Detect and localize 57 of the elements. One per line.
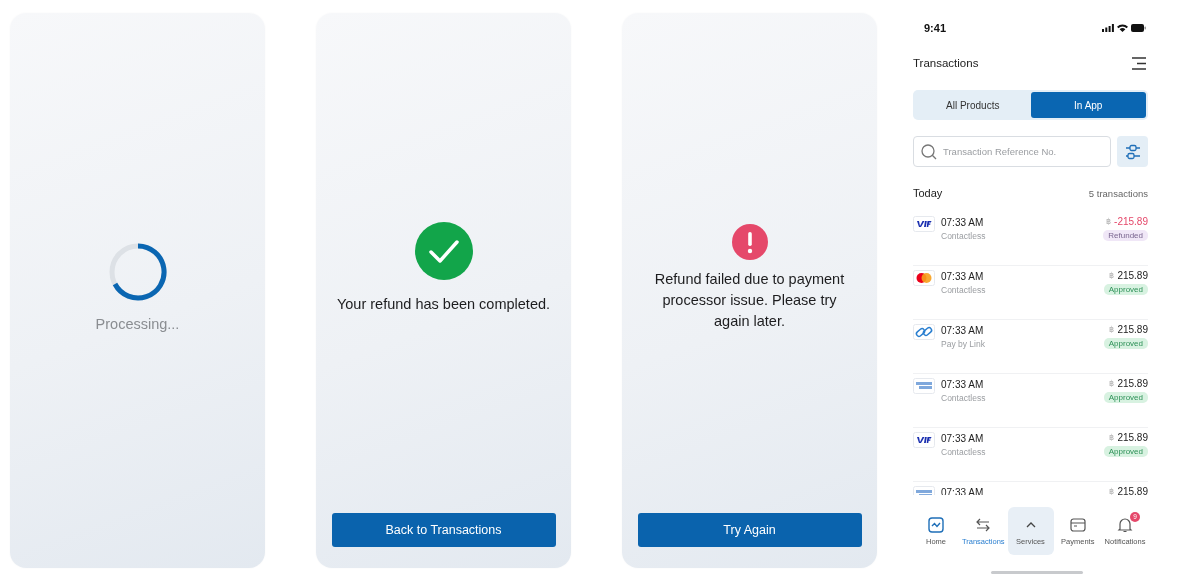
payment-channel: Contactless (941, 231, 987, 241)
search-field[interactable]: Transaction Reference No. (913, 136, 1111, 167)
link-icon (913, 324, 935, 340)
status-message: Processing... (95, 315, 180, 334)
tab[interactable]: All Products (915, 92, 1031, 118)
bell-icon (1117, 516, 1133, 533)
status-message: Refund failed due to payment processor issue. Please try again later. (653, 270, 846, 331)
section-title: Today (913, 187, 943, 199)
card-icon (1069, 517, 1086, 532)
filter-button[interactable] (1117, 136, 1148, 167)
payment-channel: Pay by Link (941, 339, 986, 349)
tab[interactable]: In App (1030, 92, 1146, 118)
checkmark-icon (413, 221, 474, 281)
transaction-amount: 215.89 (1117, 486, 1148, 495)
status-badge: Refunded (1103, 230, 1148, 241)
card-logo-icon (913, 378, 935, 394)
status-badge: Approved (1103, 338, 1148, 349)
action-button[interactable]: Try Again (637, 513, 862, 547)
sliders-icon (1124, 143, 1141, 160)
transfer-icon (975, 516, 992, 533)
chart-icon (928, 516, 944, 533)
transaction-amount: 215.89 (1117, 378, 1148, 389)
status-badge: Approved (1103, 446, 1148, 457)
transaction-amount: 215.89 (1117, 432, 1148, 443)
status-time: 9:41 (924, 22, 947, 34)
payment-channel: Contactless (941, 285, 987, 295)
status-badge: Approved (1103, 392, 1148, 403)
currency-symbol: ฿ (1106, 217, 1112, 226)
transaction-time: 07:33 AM (941, 324, 985, 337)
payment-channel: Contactless (941, 447, 987, 457)
currency-symbol: ฿ (1109, 271, 1115, 280)
exclamation-icon (731, 224, 768, 260)
transaction-time: 07:33 AM (941, 378, 985, 391)
transaction-count: 5 transactions (1088, 187, 1148, 199)
search-icon (921, 144, 937, 160)
battery-icon (1131, 24, 1146, 32)
transaction-time: 07:33 AM (941, 216, 985, 229)
transaction-amount: 215.89 (1117, 324, 1148, 335)
menu-icon[interactable] (1132, 56, 1146, 70)
currency-symbol: ฿ (1109, 487, 1115, 495)
currency-symbol: ฿ (1109, 379, 1115, 388)
currency-symbol: ฿ (1109, 433, 1115, 442)
screen-title: Transactions (913, 57, 979, 69)
mastercard-logo-icon (913, 270, 935, 286)
spinner-icon (107, 242, 168, 302)
status-badge: Approved (1103, 284, 1148, 295)
status-message: Your refund has been completed. (336, 295, 551, 314)
transaction-time: 07:33 AM (941, 432, 985, 445)
caret-icon (1024, 520, 1037, 529)
signal-icon (1102, 24, 1114, 32)
transaction-amount: -215.89 (1114, 216, 1148, 227)
wifi-icon (1117, 24, 1128, 32)
currency-symbol: ฿ (1109, 325, 1115, 334)
action-button[interactable]: Back to Transactions (331, 513, 556, 547)
transaction-time: 07:33 AM (941, 270, 985, 283)
payment-channel: Contactless (941, 393, 987, 403)
transaction-amount: 215.89 (1117, 270, 1148, 281)
